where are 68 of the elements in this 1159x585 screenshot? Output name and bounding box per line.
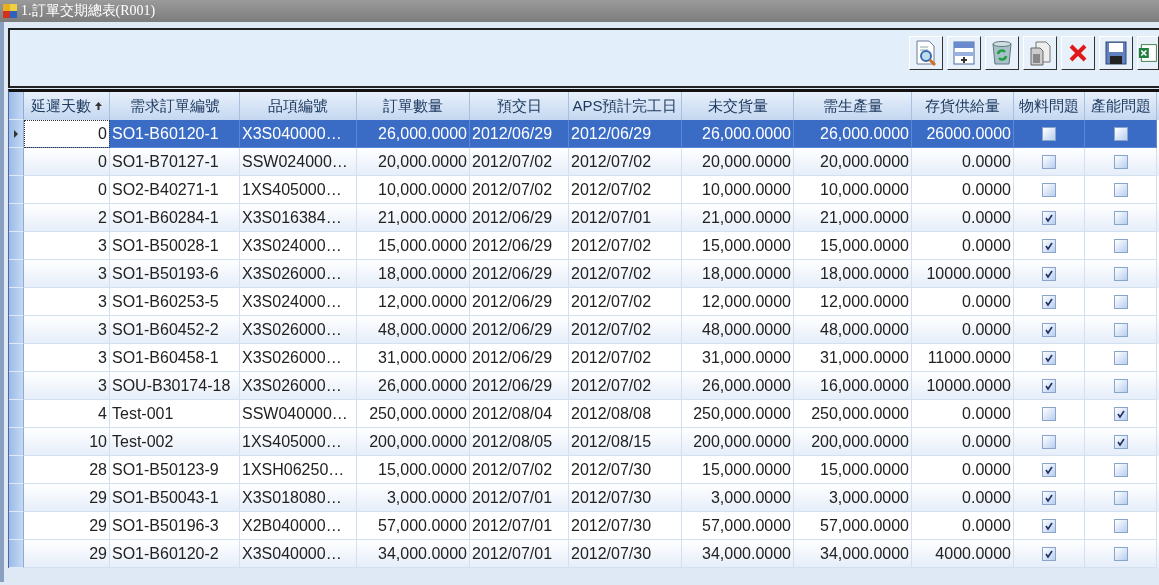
checkbox[interactable] [1113,126,1128,141]
insert-row-button[interactable] [947,36,981,70]
checkbox[interactable] [1042,238,1056,253]
copy-button[interactable] [1023,36,1057,70]
checkbox[interactable] [1113,350,1128,365]
checkbox[interactable] [1042,154,1056,169]
save-icon [1104,40,1128,66]
checkbox[interactable] [1042,434,1056,449]
checkbox[interactable] [1042,210,1056,225]
preview-button[interactable] [909,36,943,70]
table-cell: 26,000.0000 [357,120,470,148]
checkbox[interactable] [1113,322,1128,337]
checkbox[interactable] [1042,126,1056,141]
corner-header [9,92,24,120]
checkbox[interactable] [1042,490,1056,505]
table-cell: 29 [24,540,110,568]
checkbox[interactable] [1113,462,1128,477]
checkbox[interactable] [1113,518,1128,533]
checkbox[interactable] [1042,462,1056,477]
checkbox[interactable] [1113,406,1128,421]
table-cell: 2012/07/01 [470,540,569,568]
row-header[interactable] [9,120,24,148]
checkbox[interactable] [1042,350,1056,365]
table-cell: 26,000.0000 [682,120,794,148]
table-cell: 2012/07/30 [569,540,682,568]
table-cell: 34,000.0000 [794,540,912,568]
checkbox[interactable] [1042,406,1056,421]
insert-row-icon [952,40,976,66]
checkbox[interactable] [1113,210,1128,225]
checkbox[interactable] [1113,490,1128,505]
table-cell: X3S040000… [240,540,357,568]
copy-icon [1028,40,1052,66]
checkbox[interactable] [1042,322,1056,337]
preview-icon [914,40,938,66]
app-icon [3,4,17,18]
checkbox[interactable] [1042,518,1056,533]
table-cell: 34,000.0000 [357,540,470,568]
current-row-icon [14,129,18,138]
table-cell: 34,000.0000 [682,540,794,568]
checkbox[interactable] [1113,154,1128,169]
spreadsheet-button[interactable] [1137,36,1159,70]
table-cell: 26000.0000 [912,120,1014,148]
checkbox[interactable] [1113,182,1128,197]
window-title: 1.訂單交期總表(R001) [21,2,156,20]
save-button[interactable] [1099,36,1133,70]
delete-button[interactable] [1061,36,1095,70]
recycle-bin-button[interactable] [985,36,1019,70]
table-cell: 26,000.0000 [794,120,912,148]
checkbox[interactable] [1113,434,1128,449]
table-cell: X3S040000… [240,120,357,148]
checkbox[interactable] [1113,238,1128,253]
table-cell: 2012/06/29 [470,120,569,148]
checkbox[interactable] [1042,182,1056,197]
table-cell: 4000.0000 [912,540,1014,568]
checkbox[interactable] [1042,378,1056,393]
table-cell: SO1-B60120-2 [110,540,240,568]
checkbox[interactable] [1113,266,1128,281]
checkbox[interactable] [1113,378,1128,393]
table-cell: 2012/06/29 [569,120,682,148]
checkbox[interactable] [1113,294,1128,309]
table-cell: SO1-B60120-1 [110,120,240,148]
checkbox[interactable] [1042,294,1056,309]
sort-arrow-icon [95,102,102,110]
checkbox[interactable] [1113,546,1128,561]
checkbox[interactable] [1042,546,1056,561]
checkbox[interactable] [1042,266,1056,281]
recycle-bin-icon [990,40,1014,66]
table-cell: 0 [24,120,110,148]
